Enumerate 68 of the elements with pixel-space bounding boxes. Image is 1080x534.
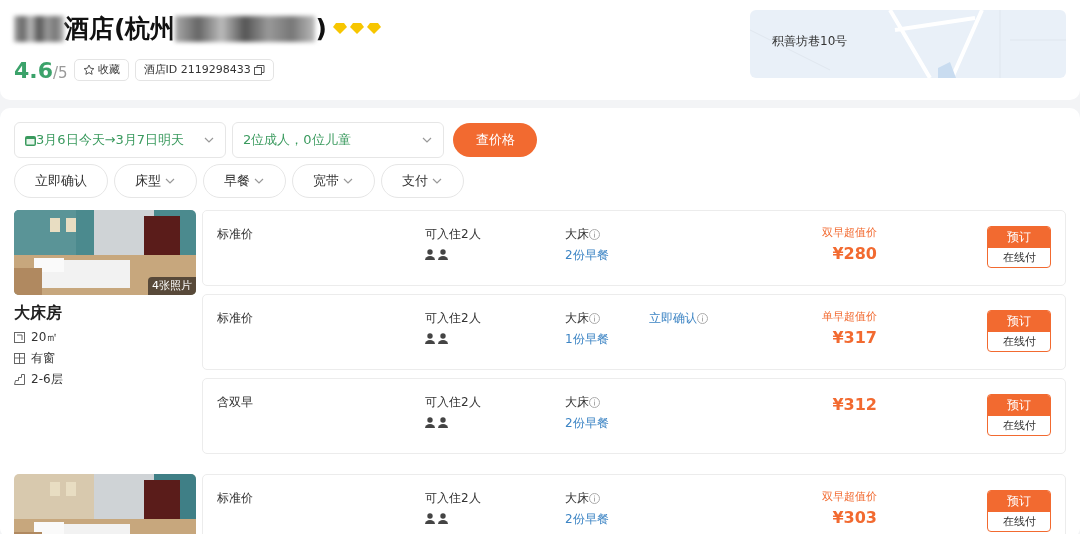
hotel-title: 酒店(杭州 [64, 13, 176, 45]
star-icon [82, 64, 95, 76]
people-icon [425, 332, 451, 344]
guest-count: 2位成人，0位儿童 [243, 131, 351, 150]
window-icon [14, 352, 25, 364]
hotel-id: 酒店ID 2119298433 [143, 61, 251, 78]
filter-button[interactable]: 支付 [381, 164, 464, 198]
instant-confirm: 立即确认 [649, 310, 697, 327]
info-icon [589, 492, 600, 504]
book-button[interactable]: 预订 在线付 [987, 490, 1051, 532]
bed-type: 大床 [565, 310, 589, 327]
breakfast: 1份早餐 [565, 331, 610, 348]
rate-plan: 标准价 [217, 490, 254, 507]
occupancy: 可入住2人 [425, 310, 482, 327]
people-icon [425, 248, 451, 260]
room-fact: 有窗 [31, 350, 55, 367]
info-icon [697, 312, 708, 324]
bed-type: 大床 [565, 490, 589, 507]
book-button[interactable]: 预订 在线付 [987, 394, 1051, 436]
price: ¥312 [831, 394, 877, 416]
price: ¥303 [831, 506, 877, 529]
calendar-icon [25, 134, 36, 146]
map-address: 积善坊巷10号 [772, 33, 848, 50]
rating-score: 4.6 [14, 57, 53, 83]
filter-button[interactable]: 床型 [114, 164, 197, 198]
price: ¥280 [831, 242, 877, 265]
filter-button[interactable]: 早餐 [203, 164, 286, 198]
book-button[interactable]: 预订 在线付 [987, 310, 1051, 352]
rate-plan: 含双早 [217, 394, 254, 411]
book-button[interactable]: 预订 在线付 [987, 226, 1051, 268]
info-icon [589, 396, 600, 408]
info-icon [589, 228, 600, 240]
room-fact: 20㎡ [31, 329, 59, 346]
room-fact: 2-6层 [31, 371, 63, 388]
favorite-button[interactable]: 收藏 [73, 58, 129, 82]
redaction-blur [14, 15, 64, 42]
map[interactable]: 积善坊巷10号 [750, 10, 1066, 78]
rate-plan: 标准价 [217, 226, 254, 243]
breakfast: 2份早餐 [565, 415, 610, 432]
date-range: 3月6日今天→3月7日明天 [36, 131, 184, 150]
floor-icon [14, 373, 25, 385]
area-icon [14, 331, 25, 343]
filter-button[interactable]: 立即确认 [14, 164, 108, 198]
date-picker[interactable]: 3月6日今天→3月7日明天 [14, 122, 226, 158]
guest-picker[interactable]: 2位成人，0位儿童 [232, 122, 444, 158]
bed-type: 大床 [565, 226, 589, 243]
copy-icon[interactable] [253, 64, 265, 76]
diamond-icon [349, 23, 364, 35]
filter-button[interactable]: 宽带 [292, 164, 375, 198]
occupancy: 可入住2人 [425, 226, 482, 243]
hotel-title: ) [315, 13, 327, 45]
occupancy: 可入住2人 [425, 394, 482, 411]
promo-label: 单早超值价 [821, 309, 877, 325]
room-name: 大床房 [14, 302, 63, 324]
breakfast: 2份早餐 [565, 247, 610, 264]
breakfast: 2份早餐 [565, 511, 610, 528]
diamond-icon [332, 23, 347, 35]
people-icon [425, 416, 451, 428]
occupancy: 可入住2人 [425, 490, 482, 507]
price: ¥317 [831, 326, 877, 349]
bed-type: 大床 [565, 394, 589, 411]
promo-label: 双早超值价 [821, 225, 877, 241]
people-icon [425, 512, 451, 524]
promo-label: 双早超值价 [821, 489, 877, 505]
rate-plan: 标准价 [217, 310, 254, 327]
rating-max: /5 [53, 63, 68, 82]
diamond-icon [366, 23, 381, 35]
info-icon [589, 312, 600, 324]
